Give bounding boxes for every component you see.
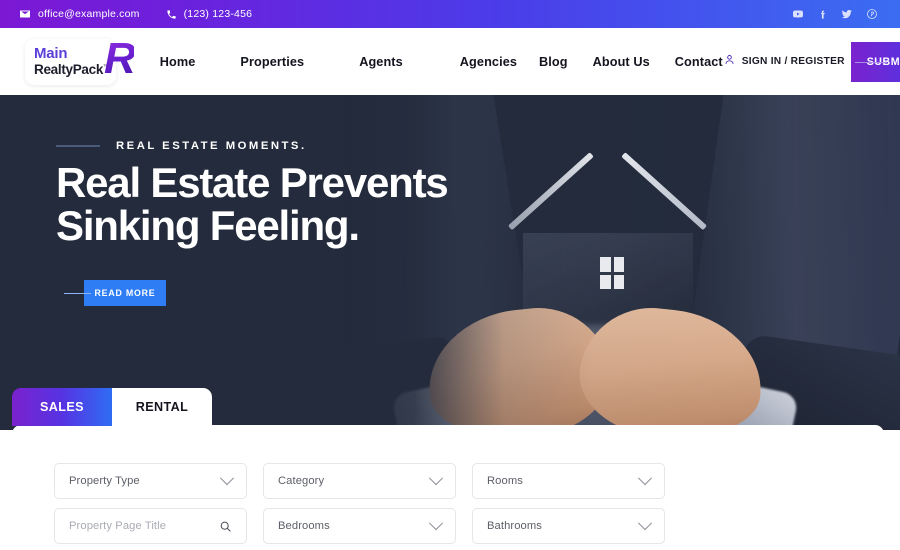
youtube-icon[interactable] [792, 8, 804, 20]
chevron-down-icon [428, 516, 444, 531]
search-icon[interactable] [219, 520, 232, 533]
top-bar-contacts: office@example.com (123) 123-456 [0, 8, 252, 20]
twitter-icon[interactable] [841, 8, 853, 20]
search-form: Property Type Category Rooms Property Pa… [12, 425, 884, 544]
bedrooms-label: Bedrooms [278, 520, 330, 532]
property-page-title-placeholder: Property Page Title [69, 520, 167, 532]
nav-item-blog[interactable]: Blog [539, 55, 568, 69]
chevron-down-icon [428, 471, 444, 486]
hero-overline: REAL ESTATE MOMENTS. [56, 140, 448, 152]
sign-in-register-link[interactable]: SIGN IN / REGISTER [723, 53, 845, 71]
logo-r-mark: R [103, 33, 136, 83]
logo-line-1: Main [34, 44, 68, 62]
submit-dash-decoration [854, 61, 887, 64]
tab-sales[interactable]: SALES [12, 388, 112, 426]
logo-line-2: RealtyPack™ [34, 62, 109, 77]
nav-item-about-us[interactable]: About Us [593, 55, 650, 69]
logo[interactable]: Main RealtyPack™ R [25, 36, 136, 85]
nav-item-agencies[interactable]: Agencies [460, 55, 517, 69]
property-search-panel: Property Type Category Rooms Property Pa… [12, 425, 884, 550]
hero-title-line-2: Sinking Feeling. [56, 201, 360, 249]
email-text: office@example.com [38, 8, 140, 20]
rooms-select[interactable]: Rooms [472, 463, 665, 499]
submit-property-wrap: SUBMIT PROPERTY [850, 41, 900, 82]
header-actions: SIGN IN / REGISTER SUBMIT PROPERTY [723, 41, 900, 82]
bathrooms-label: Bathrooms [487, 520, 542, 532]
email-contact[interactable]: office@example.com [19, 8, 140, 20]
property-type-select[interactable]: Property Type [54, 463, 247, 499]
bathrooms-select[interactable]: Bathrooms [472, 508, 665, 544]
read-more-wrap: READ MORE [56, 279, 448, 306]
search-row-2: Property Page Title Bedrooms Bathrooms [54, 508, 842, 544]
nav-item-agents[interactable]: Agents [359, 55, 403, 69]
property-type-label: Property Type [69, 475, 140, 487]
phone-icon [166, 9, 177, 20]
phone-text: (123) 123-456 [183, 8, 253, 20]
nav-item-properties[interactable]: Properties [240, 55, 304, 69]
chevron-down-icon [637, 516, 653, 531]
property-page-title-input[interactable]: Property Page Title [54, 508, 247, 544]
hero-title: Real Estate Prevents Sinking Feeling. [56, 159, 449, 249]
logo-text: Main RealtyPack™ [34, 44, 109, 78]
sign-in-label: SIGN IN / REGISTER [741, 56, 845, 67]
search-row-1: Property Type Category Rooms [54, 463, 842, 499]
social-links [792, 8, 900, 20]
hero-section: REAL ESTATE MOMENTS. Real Estate Prevent… [0, 95, 900, 430]
main-navigation: Home Properties Agents Agencies Blog Abo… [160, 55, 723, 69]
read-more-dash-decoration [64, 292, 91, 295]
category-label: Category [278, 475, 325, 487]
hero-content: REAL ESTATE MOMENTS. Real Estate Prevent… [56, 140, 449, 306]
category-select[interactable]: Category [263, 463, 456, 499]
user-icon [723, 53, 736, 71]
read-more-button[interactable]: READ MORE [84, 279, 166, 306]
overline-text: REAL ESTATE MOMENTS. [116, 140, 307, 152]
top-bar: office@example.com (123) 123-456 [0, 0, 900, 28]
nav-item-home[interactable]: Home [160, 55, 196, 69]
bedrooms-select[interactable]: Bedrooms [263, 508, 456, 544]
chevron-down-icon [637, 471, 653, 486]
phone-contact[interactable]: (123) 123-456 [166, 8, 253, 20]
tab-rental[interactable]: RENTAL [112, 388, 212, 426]
facebook-icon[interactable] [817, 9, 828, 20]
search-tabs: SALES RENTAL [12, 388, 212, 426]
envelope-icon [19, 8, 31, 20]
overline-accent-line [56, 145, 100, 147]
rooms-label: Rooms [487, 475, 523, 487]
hero-title-line-1: Real Estate Prevents [56, 159, 449, 206]
site-header: Main RealtyPack™ R Home Properties Agent… [0, 28, 900, 95]
nav-item-contact[interactable]: Contact [675, 55, 723, 69]
pinterest-icon[interactable] [866, 8, 878, 20]
chevron-down-icon [219, 471, 235, 486]
